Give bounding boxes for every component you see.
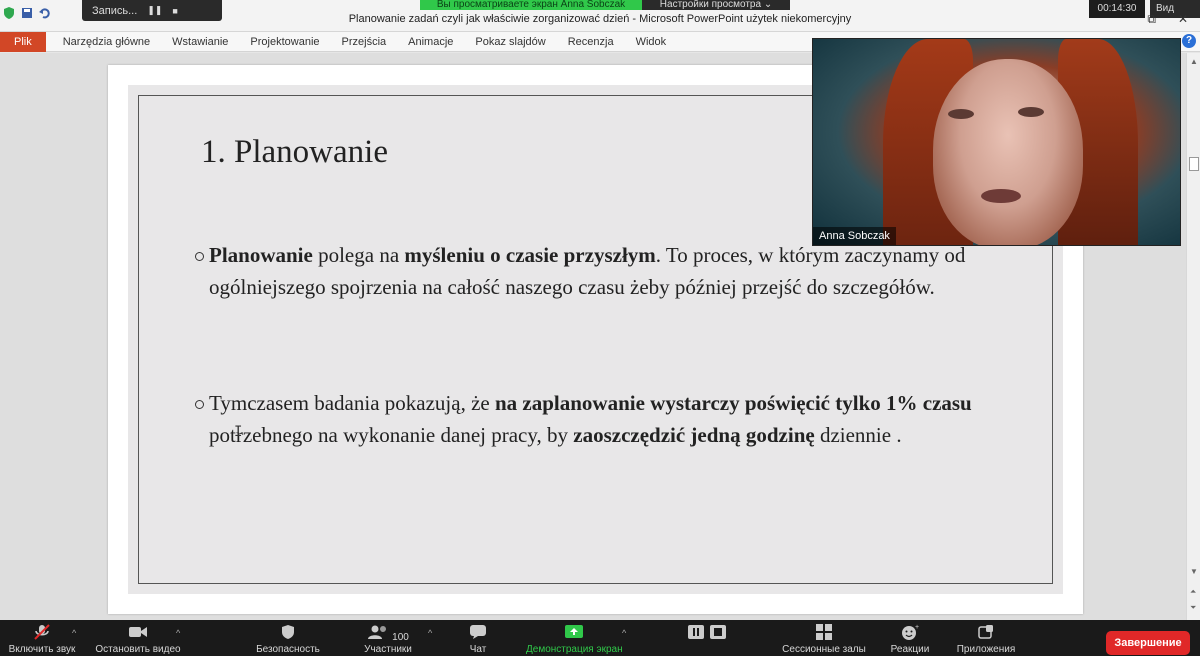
next-slide-icon[interactable]: ⏷ xyxy=(1190,603,1196,613)
breakout-rooms-icon xyxy=(814,624,834,640)
end-meeting-button[interactable]: Завершение xyxy=(1106,631,1190,655)
participant-name: Anna Sobczak xyxy=(813,227,896,245)
bullet-planning-definition[interactable]: Planowanie polega na myśleniu o czasie p… xyxy=(195,239,989,303)
mute-button[interactable]: Включить звук xyxy=(0,624,90,656)
smiley-icon: + xyxy=(900,624,920,640)
participant-video[interactable]: Anna Sobczak xyxy=(812,38,1181,246)
tab-home[interactable]: Narzędzia główne xyxy=(52,36,161,48)
bold-text: myśleniu o czasie przyszłym xyxy=(404,243,656,267)
restore-icon[interactable]: ⧉ xyxy=(1147,12,1156,27)
participants-count: 100 xyxy=(392,632,409,643)
participants-button[interactable]: 100 Участники xyxy=(340,624,436,656)
prev-slide-icon[interactable]: ⏶ xyxy=(1190,587,1196,597)
window-controls: ⧉ ✕ xyxy=(1147,12,1188,27)
scroll-down-icon[interactable]: ▼ xyxy=(1190,567,1198,576)
video-mouth xyxy=(981,189,1021,203)
view-options-button[interactable]: Настройки просмотра ⌄ xyxy=(642,0,790,10)
pause-stop-icon xyxy=(686,624,730,640)
video-eye xyxy=(1018,107,1044,117)
scroll-up-icon[interactable]: ▲ xyxy=(1190,57,1198,66)
share-screen-icon xyxy=(564,624,584,640)
bold-text: na zaplanowanie wystarczy poświęcić tylk… xyxy=(494,391,972,415)
bold-text: zaoszczędzić jedną godzinę xyxy=(573,423,815,447)
chat-icon xyxy=(468,624,488,640)
camera-icon xyxy=(128,624,148,640)
tab-transitions[interactable]: Przejścia xyxy=(331,36,398,48)
participants-icon: 100 xyxy=(358,624,418,643)
tab-design[interactable]: Projektowanie xyxy=(239,36,330,48)
tab-animations[interactable]: Animacje xyxy=(397,36,464,48)
tab-review[interactable]: Recenzja xyxy=(557,36,625,48)
video-face xyxy=(933,59,1083,245)
tab-insert[interactable]: Wstawianie xyxy=(161,36,239,48)
tab-slideshow[interactable]: Pokaz slajdów xyxy=(464,36,556,48)
bullet-research-finding[interactable]: Tymczasem badania pokazują, że na zaplan… xyxy=(195,387,989,451)
chat-button[interactable]: Чат xyxy=(430,624,526,656)
svg-text:+: + xyxy=(915,624,919,631)
video-eye xyxy=(948,109,974,119)
shield-icon xyxy=(278,624,298,640)
apps-button[interactable]: Приложения xyxy=(938,624,1034,656)
title-bar: Запись... ❚❚ ■ Вы просматриваете экран A… xyxy=(0,0,1200,32)
tab-view[interactable]: Widok xyxy=(625,36,678,48)
microphone-muted-icon xyxy=(32,624,52,640)
video-button[interactable]: Остановить видео xyxy=(90,624,186,656)
share-options-caret[interactable]: ^ xyxy=(622,628,626,638)
tab-file[interactable]: Plik xyxy=(0,31,46,52)
pause-stop-recording[interactable] xyxy=(660,624,756,644)
sharing-banner: Вы просматриваете экран Anna Sobczak xyxy=(420,0,642,10)
text-cursor-icon: I xyxy=(234,424,243,440)
scrollbar-thumb[interactable] xyxy=(1189,157,1199,171)
video-options-caret[interactable]: ^ xyxy=(176,628,180,638)
breakout-rooms-button[interactable]: Сессионные залы xyxy=(776,624,872,656)
apps-icon xyxy=(976,624,996,640)
close-icon[interactable]: ✕ xyxy=(1178,12,1188,27)
mute-options-caret[interactable]: ^ xyxy=(72,628,76,638)
help-icon[interactable]: ? xyxy=(1182,34,1196,48)
bold-text: Planowanie xyxy=(209,243,313,267)
share-screen-button[interactable]: Демонстрация экрана xyxy=(526,624,622,656)
vertical-scrollbar[interactable]: ▲ ▼ ⏶ ⏷ xyxy=(1186,53,1200,620)
window-title: Planowanie zadań czyli jak właściwie zor… xyxy=(348,13,852,25)
slide-title[interactable]: 1. Planowanie xyxy=(201,134,388,171)
zoom-toolbar: Включить звук ^ Остановить видео ^ Безоп… xyxy=(0,620,1200,656)
security-button[interactable]: Безопасность xyxy=(240,624,336,656)
